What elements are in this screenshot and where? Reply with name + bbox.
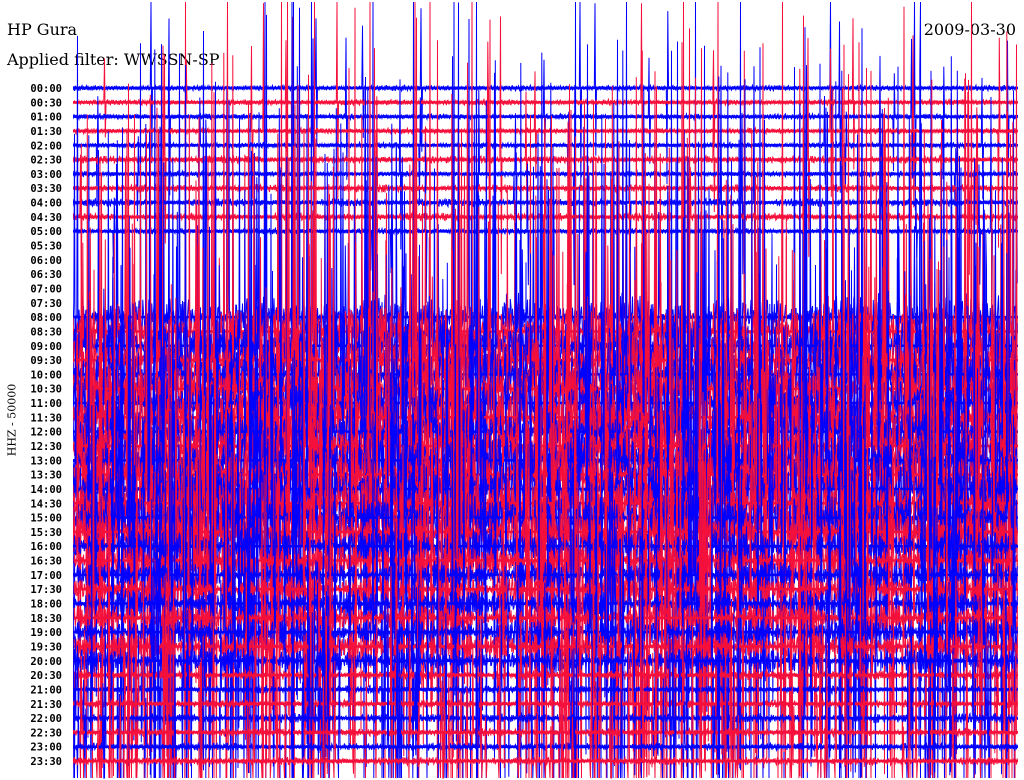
row-time-label: 12:30 (30, 441, 62, 453)
row-time-label: 07:00 (30, 283, 62, 295)
row-time-label: 19:00 (30, 627, 62, 639)
row-time-label: 06:00 (30, 255, 62, 267)
row-time-label: 10:00 (30, 369, 62, 381)
row-time-label: 23:30 (30, 756, 62, 768)
row-time-label: 18:30 (30, 613, 62, 625)
row-time-label: 09:00 (30, 341, 62, 353)
row-time-label: 07:30 (30, 298, 62, 310)
row-time-label: 11:00 (30, 398, 62, 410)
row-time-label: 03:00 (30, 169, 62, 181)
row-time-label: 04:00 (30, 198, 62, 210)
row-time-label: 13:00 (30, 455, 62, 467)
row-time-label: 21:30 (30, 699, 62, 711)
row-time-label: 21:00 (30, 684, 62, 696)
row-time-label: 11:30 (30, 412, 62, 424)
row-time-label: 00:00 (30, 83, 62, 95)
row-time-label: 02:30 (30, 155, 62, 167)
row-time-label: 18:00 (30, 599, 62, 611)
row-time-label: 20:00 (30, 656, 62, 668)
row-time-label: 23:00 (30, 742, 62, 754)
row-time-label: 17:00 (30, 570, 62, 582)
row-time-label: 22:30 (30, 727, 62, 739)
row-time-label: 01:00 (30, 112, 62, 124)
row-time-label: 02:00 (30, 140, 62, 152)
row-time-label: 15:00 (30, 513, 62, 525)
row-time-label: 13:30 (30, 470, 62, 482)
row-time-label: 15:30 (30, 527, 62, 539)
row-time-label: 16:00 (30, 541, 62, 553)
row-time-label: 08:30 (30, 326, 62, 338)
row-time-label: 09:30 (30, 355, 62, 367)
row-time-label: 10:30 (30, 384, 62, 396)
row-time-label: 12:00 (30, 427, 62, 439)
row-time-label: 05:00 (30, 226, 62, 238)
row-time-label: 17:30 (30, 584, 62, 596)
row-time-label: 03:30 (30, 183, 62, 195)
row-time-label: 00:30 (30, 97, 62, 109)
row-time-label: 01:30 (30, 126, 62, 138)
row-time-label: 20:30 (30, 670, 62, 682)
row-time-label: 05:30 (30, 241, 62, 253)
row-time-label: 14:30 (30, 498, 62, 510)
row-time-label: 19:30 (30, 641, 62, 653)
row-time-label: 16:30 (30, 556, 62, 568)
row-time-label: 14:00 (30, 484, 62, 496)
row-time-label: 08:00 (30, 312, 62, 324)
row-time-label: 06:30 (30, 269, 62, 281)
helicorder-plot: 00:00 00:30 01:00 01:30 02:00 02:30 03:00 03:30… (30, 1, 1018, 779)
row-time-label: 04:30 (30, 212, 62, 224)
row-time-label: 22:00 (30, 713, 62, 725)
